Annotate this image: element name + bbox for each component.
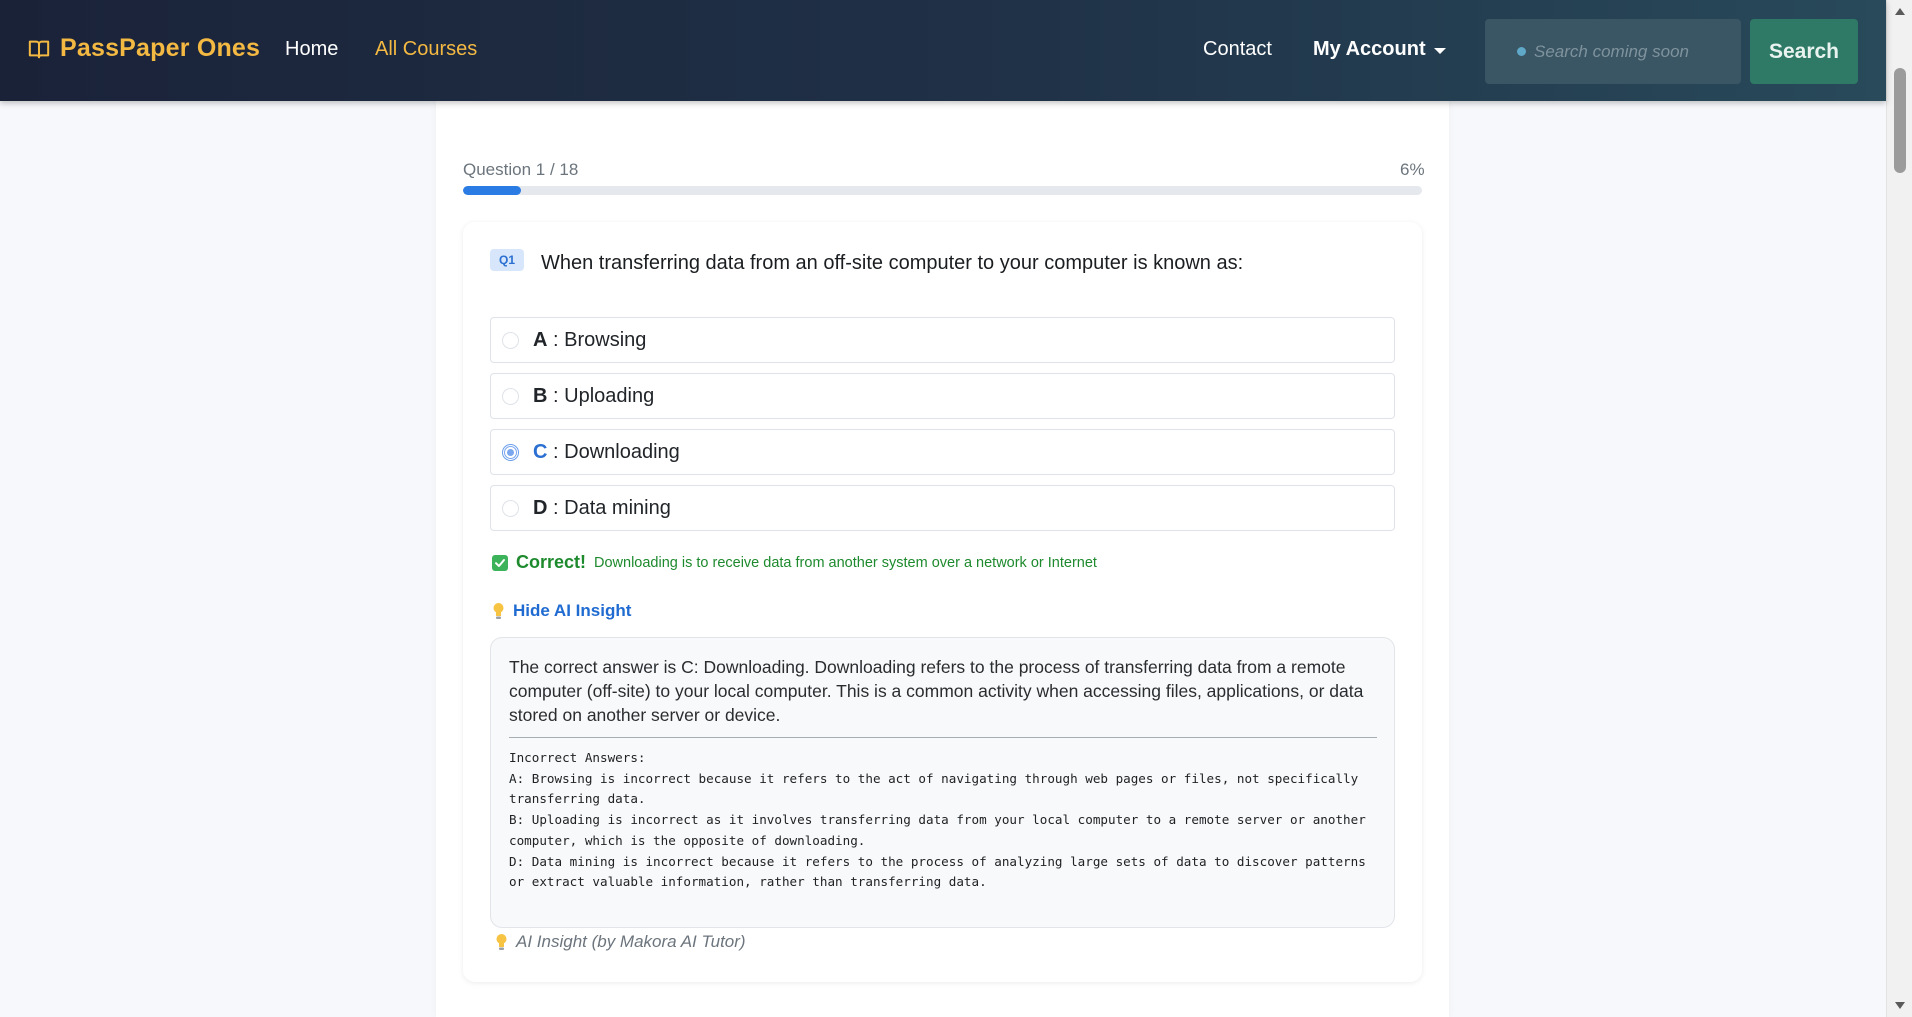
option-text: Uploading [564,385,655,407]
nav-contact-link[interactable]: Contact [1203,38,1272,61]
question-number-badge: Q1 [490,249,524,271]
search-field[interactable] [1485,19,1741,84]
lightbulb-icon [496,934,507,950]
option-letter: B [533,385,548,407]
option-text: Browsing [564,329,647,351]
option-separator: : [547,385,565,407]
nav-all-courses-link[interactable]: All Courses [375,38,477,61]
progress-label: Question 1 / 18 [463,160,579,179]
progress-percent: 6% [1400,160,1425,179]
insight-explanation: The correct answer is C: Downloading. Do… [509,657,1364,725]
hide-ai-insight-button[interactable]: Hide AI Insight [492,601,631,621]
search-input[interactable] [1534,41,1734,62]
ai-insight-panel: The correct answer is C: Downloading. Do… [490,637,1395,928]
search-dot-icon [1517,47,1526,56]
top-navbar: PassPaper Ones Home All Courses Contact … [0,0,1886,101]
radio-button[interactable] [502,444,519,461]
my-account-label: My Account [1313,38,1426,60]
option-letter: D [533,497,548,519]
option-text: Downloading [564,441,680,463]
radio-button[interactable] [502,500,519,517]
page-scrollbar[interactable] [1886,0,1912,1017]
option-a[interactable]: A : Browsing [490,317,1395,363]
search-button[interactable]: Search [1750,19,1858,84]
insight-attribution: AI Insight (by Makora AI Tutor) [495,932,746,952]
option-separator: : [547,441,565,463]
caret-down-icon [1433,47,1446,54]
hide-ai-insight-label: Hide AI Insight [513,601,632,620]
insight-incorrect-answers: Incorrect Answers: A: Browsing is incorr… [509,750,1366,890]
option-b[interactable]: B : Uploading [490,373,1395,419]
option-separator: : [547,329,565,351]
check-square-icon [492,554,508,571]
option-letter: A [533,329,548,351]
book-icon [28,40,50,58]
insight-divider [509,737,1377,738]
question-text: When transferring data from an off-site … [541,252,1244,274]
radio-button[interactable] [502,332,519,349]
option-label: A : Browsing [533,329,646,352]
option-c[interactable]: C : Downloading [490,429,1395,475]
option-letter: C [533,441,548,463]
scroll-up-arrow-icon[interactable] [1895,8,1905,15]
insight-footer-text: AI Insight (by Makora AI Tutor) [516,932,746,951]
progress-bar [463,186,1422,195]
feedback-message: Downloading is to receive data from anot… [594,554,1097,571]
progress-bar-fill [463,186,521,195]
answer-feedback: Correct! Downloading is to receive data … [492,552,1097,573]
option-label: C : Downloading [533,441,680,464]
radio-button[interactable] [502,388,519,405]
scroll-down-arrow-icon[interactable] [1895,1002,1905,1009]
my-account-dropdown[interactable]: My Account [1313,38,1446,61]
scroll-thumb[interactable] [1894,68,1906,173]
option-separator: : [547,497,565,519]
feedback-status: Correct! [516,552,587,572]
brand-link[interactable]: PassPaper Ones [28,34,260,63]
option-text: Data mining [564,497,671,519]
option-label: B : Uploading [533,385,654,408]
option-d[interactable]: D : Data mining [490,485,1395,531]
option-label: D : Data mining [533,497,671,520]
nav-home-link[interactable]: Home [285,38,338,61]
lightbulb-icon [493,603,504,619]
brand-name: PassPaper Ones [60,34,261,62]
